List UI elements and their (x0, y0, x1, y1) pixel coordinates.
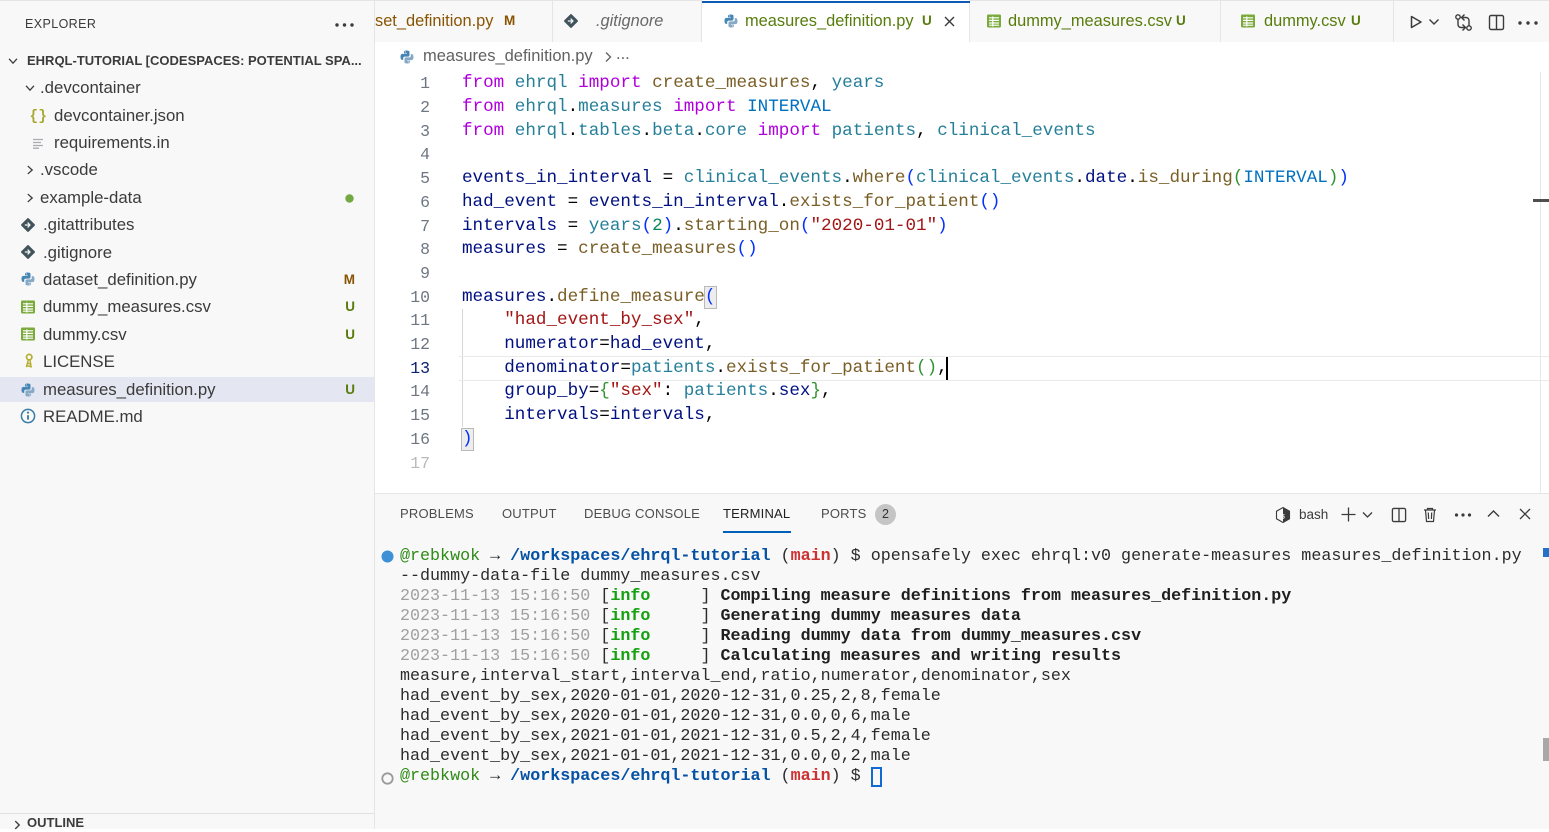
svg-text:$: $ (1282, 514, 1286, 521)
svg-text:{}: {} (30, 109, 46, 123)
